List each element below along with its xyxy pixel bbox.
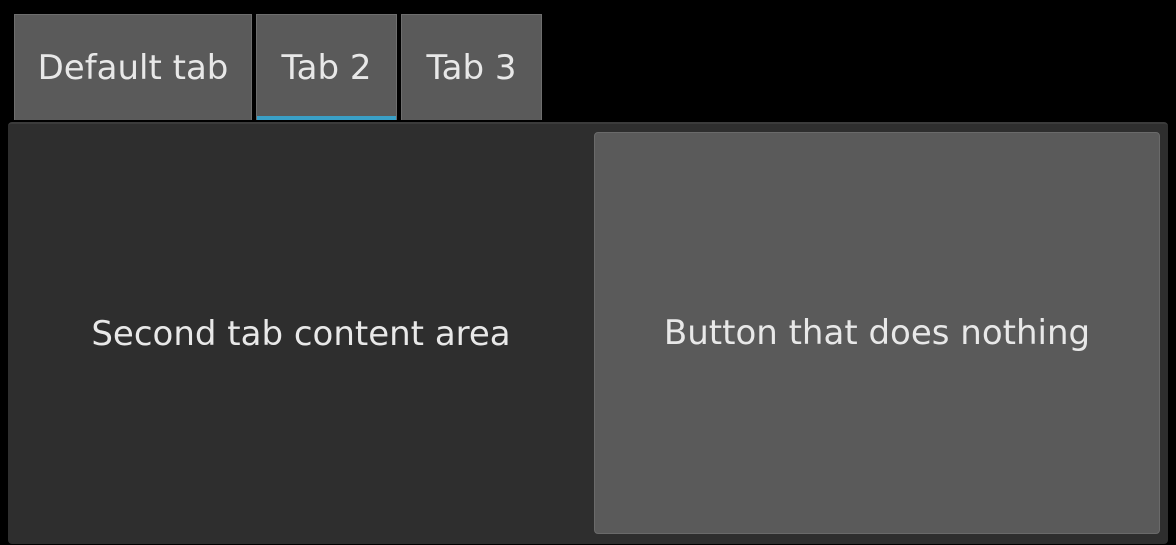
selected-tab-indicator bbox=[257, 116, 396, 120]
tab-label: Default tab bbox=[37, 47, 229, 88]
tab-content-panel: Second tab content area Button that does… bbox=[8, 122, 1168, 544]
tab-label: Tab 3 bbox=[426, 47, 517, 88]
tab-2[interactable]: Tab 2 bbox=[256, 14, 397, 120]
tab-label: Tab 2 bbox=[281, 47, 372, 88]
content-text: Second tab content area bbox=[91, 314, 511, 354]
tab-bar: Default tab Tab 2 Tab 3 bbox=[14, 14, 542, 122]
no-op-button[interactable]: Button that does nothing bbox=[594, 132, 1160, 534]
tab-3[interactable]: Tab 3 bbox=[401, 14, 542, 120]
tab-default[interactable]: Default tab bbox=[14, 14, 252, 120]
